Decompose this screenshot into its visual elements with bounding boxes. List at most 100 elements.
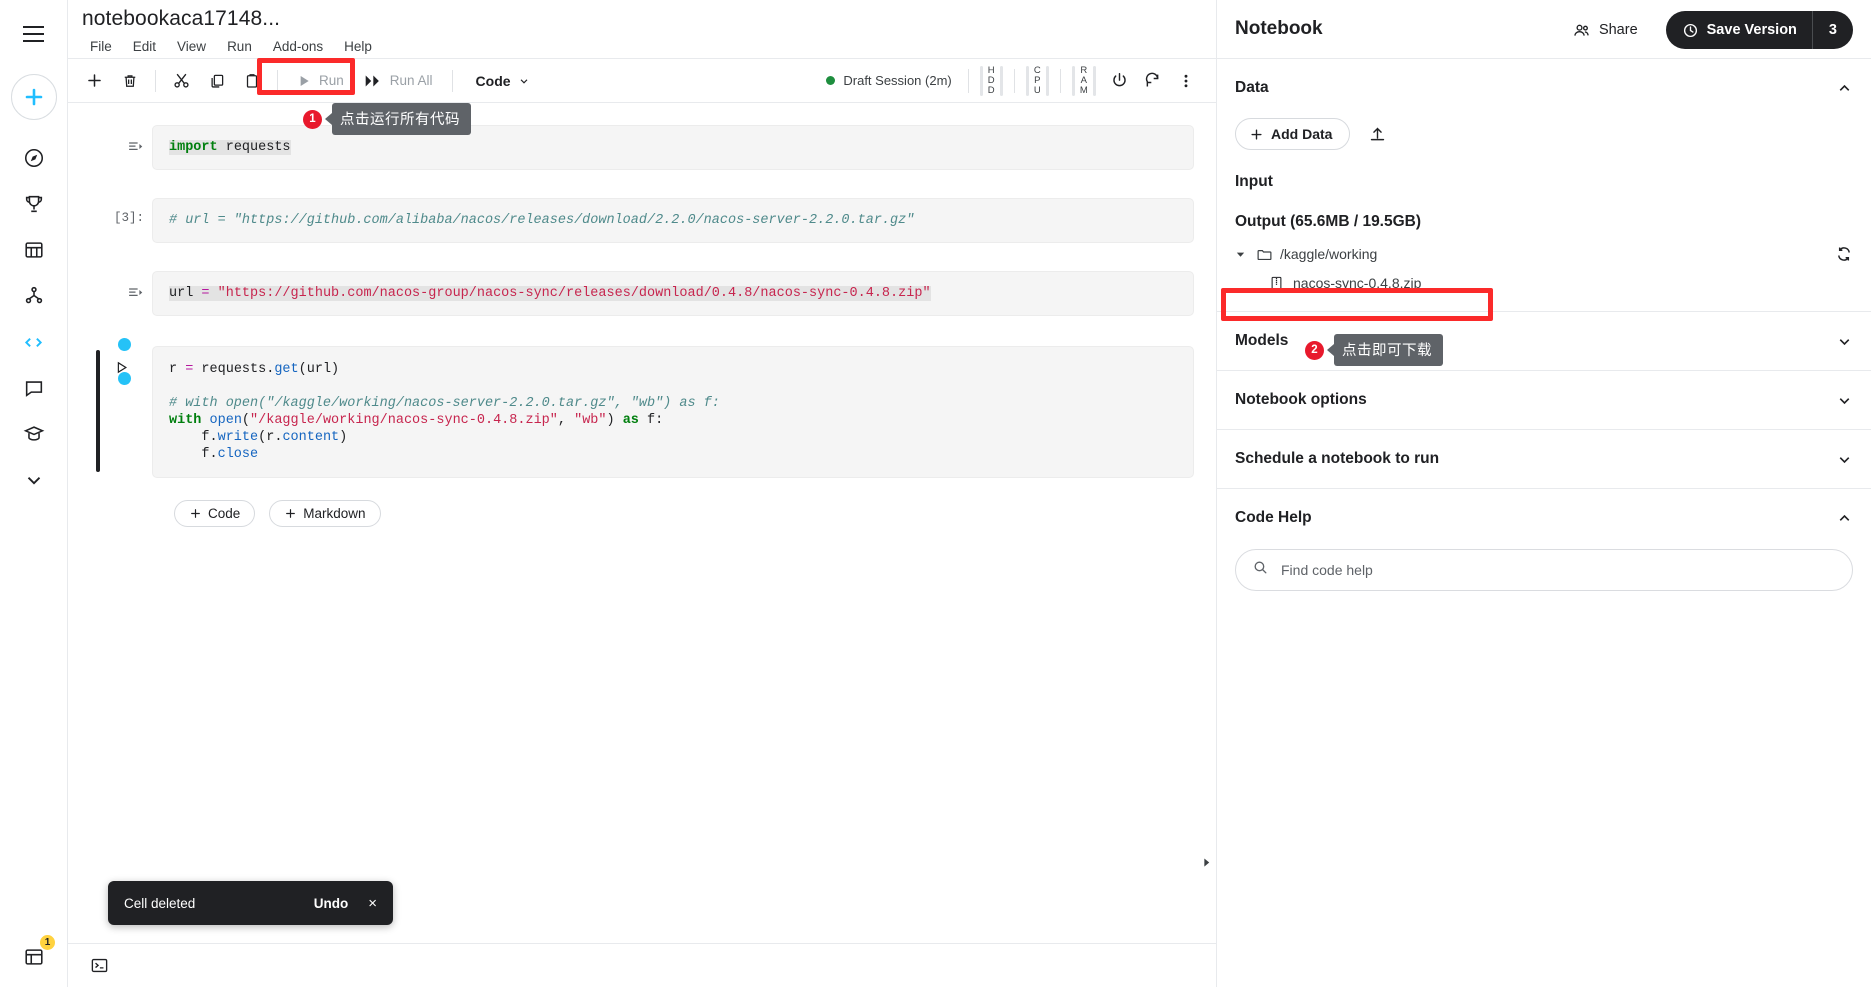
chevron-down-icon[interactable] <box>1836 451 1853 468</box>
delete-cell-icon[interactable] <box>113 64 146 97</box>
right-panel: Notebook Data Add Data Input Output (65.… <box>1216 0 1871 987</box>
notebook-cell-active[interactable]: r = requests.get(url) # with open("/kagg… <box>68 338 1216 478</box>
terminal-icon[interactable] <box>86 953 112 979</box>
cut-icon[interactable] <box>165 64 198 97</box>
notebook-cell[interactable]: url = "https://github.com/nacos-group/na… <box>68 271 1216 316</box>
sidebar-item-competitions[interactable] <box>10 182 58 226</box>
menu-addons[interactable]: Add-ons <box>265 36 331 57</box>
hdd-gauge: HDD <box>979 65 1003 96</box>
sidebar-item-discussions[interactable] <box>10 366 58 410</box>
output-file-name: nacos-sync-0.4.8.zip <box>1293 275 1422 291</box>
toast-undo-button[interactable]: Undo <box>314 896 349 911</box>
run-all-label: Run All <box>389 73 433 88</box>
power-icon[interactable] <box>1103 64 1136 97</box>
upload-icon[interactable] <box>1360 117 1394 151</box>
schedule-section-header[interactable]: Schedule a notebook to run <box>1235 430 1853 488</box>
cell-run-indicator-icon[interactable] <box>127 138 144 160</box>
page-title[interactable]: notebookaca17148... <box>82 6 1202 32</box>
add-markdown-label: Markdown <box>303 506 366 521</box>
cpu-gauge: CPU <box>1025 65 1049 96</box>
search-icon <box>1252 559 1269 581</box>
sidebar-item-code[interactable] <box>10 320 58 364</box>
toolbar-divider-3 <box>451 69 453 92</box>
sidebar-more-icon[interactable] <box>10 458 58 502</box>
notebook-cell[interactable]: [3]: # url = "https://github.com/alibaba… <box>68 198 1216 243</box>
menu-run[interactable]: Run <box>219 36 260 57</box>
save-version-count[interactable]: 3 <box>1811 11 1853 49</box>
cell-code-2: url = "https://github.com/nacos-group/na… <box>169 286 931 301</box>
cell-code-1: # url = "https://github.com/alibaba/naco… <box>169 213 915 228</box>
top-right-actions: Share Save Version 3 <box>1562 11 1853 49</box>
output-folder-row[interactable]: /kaggle/working <box>1235 245 1853 263</box>
restart-icon[interactable] <box>1136 64 1169 97</box>
title-bar: notebookaca17148... File Edit View Run A… <box>68 0 1216 58</box>
notebook-scroll-area[interactable]: import requests [3]: # url = "https://gi… <box>68 103 1216 943</box>
add-markdown-cell-button[interactable]: Markdown <box>269 500 381 527</box>
toast-close-icon[interactable]: × <box>368 896 377 911</box>
session-status[interactable]: Draft Session (2m) <box>826 73 952 88</box>
annotation-tooltip-1: 1 点击运行所有代码 <box>303 103 471 135</box>
status-divider-2 <box>1013 68 1015 93</box>
status-divider-1 <box>967 68 969 93</box>
menu-bar: File Edit View Run Add-ons Help <box>82 36 1202 57</box>
sidebar-item-models[interactable] <box>10 274 58 318</box>
menu-view[interactable]: View <box>169 36 214 57</box>
chevron-down-icon[interactable] <box>1836 333 1853 350</box>
folder-icon <box>1257 249 1272 260</box>
paste-icon[interactable] <box>235 64 268 97</box>
more-options-icon[interactable] <box>1169 64 1202 97</box>
tooltip-arrow-icon <box>1327 344 1334 356</box>
run-button[interactable]: Run <box>287 69 353 93</box>
expand-panel-icon[interactable] <box>1195 851 1216 873</box>
people-icon <box>1574 24 1589 36</box>
notebook-toolbar: Run Run All Code Draft Session (2m) HD D… <box>68 58 1216 103</box>
ram-label: RAM <box>1079 64 1088 96</box>
hamburger-menu-icon[interactable] <box>12 12 56 56</box>
run-all-button[interactable]: Run All <box>355 69 443 92</box>
sidebar-item-datasets[interactable] <box>10 228 58 272</box>
right-panel-title: Notebook <box>1235 18 1323 39</box>
cell-run-indicator-icon[interactable] <box>127 284 144 306</box>
refresh-output-icon[interactable] <box>1835 245 1853 263</box>
schedule-section: Schedule a notebook to run <box>1217 429 1871 488</box>
session-status-dot <box>826 76 836 85</box>
code-editor[interactable]: r = requests.get(url) # with open("/kagg… <box>152 346 1194 478</box>
menu-edit[interactable]: Edit <box>125 36 164 57</box>
menu-file[interactable]: File <box>82 36 120 57</box>
chevron-up-icon[interactable] <box>1836 80 1853 97</box>
sidebar-item-learn[interactable] <box>10 412 58 456</box>
output-label: Output (65.6MB / 19.5GB) <box>1235 213 1422 230</box>
share-button[interactable]: Share <box>1562 15 1648 46</box>
code-help-title: Code Help <box>1235 509 1312 526</box>
copy-icon[interactable] <box>200 64 233 97</box>
chevron-down-icon[interactable] <box>1836 392 1853 409</box>
notifications-button[interactable]: 1 <box>14 935 55 977</box>
output-file-row[interactable]: nacos-sync-0.4.8.zip <box>1269 275 1853 291</box>
rail-bottom: 1 <box>0 935 68 977</box>
ram-gauge: RAM <box>1071 64 1096 96</box>
add-code-cell-button[interactable]: Code <box>174 500 256 527</box>
save-version-button[interactable]: Save Version 3 <box>1665 11 1853 49</box>
code-editor[interactable]: # url = "https://github.com/alibaba/naco… <box>152 198 1194 243</box>
search-input[interactable] <box>1281 562 1836 578</box>
save-version-main[interactable]: Save Version <box>1666 22 1812 39</box>
code-editor[interactable]: url = "https://github.com/nacos-group/na… <box>152 271 1194 316</box>
code-help-search[interactable] <box>1235 549 1853 591</box>
caret-down-icon[interactable] <box>1235 249 1249 260</box>
sidebar-item-home[interactable] <box>10 136 58 180</box>
menu-help[interactable]: Help <box>336 36 380 57</box>
drag-handle-bottom-icon[interactable] <box>118 372 131 385</box>
code-help-header[interactable]: Code Help <box>1235 489 1853 547</box>
notification-badge: 1 <box>40 935 55 950</box>
notebook-main: notebookaca17148... File Edit View Run A… <box>68 0 1216 987</box>
notebook-cell[interactable]: import requests <box>68 125 1216 170</box>
data-section-header[interactable]: Data <box>1235 59 1853 117</box>
add-data-button[interactable]: Add Data <box>1235 118 1351 150</box>
create-new-button[interactable] <box>10 74 57 120</box>
cell-type-select[interactable]: Code <box>468 69 538 93</box>
notebook-options-header[interactable]: Notebook options <box>1235 371 1853 429</box>
add-cell-icon[interactable] <box>78 64 111 97</box>
chevron-up-icon[interactable] <box>1836 510 1853 527</box>
drag-handle-top-icon[interactable] <box>118 338 131 351</box>
annotation-text-1: 点击运行所有代码 <box>332 103 471 135</box>
